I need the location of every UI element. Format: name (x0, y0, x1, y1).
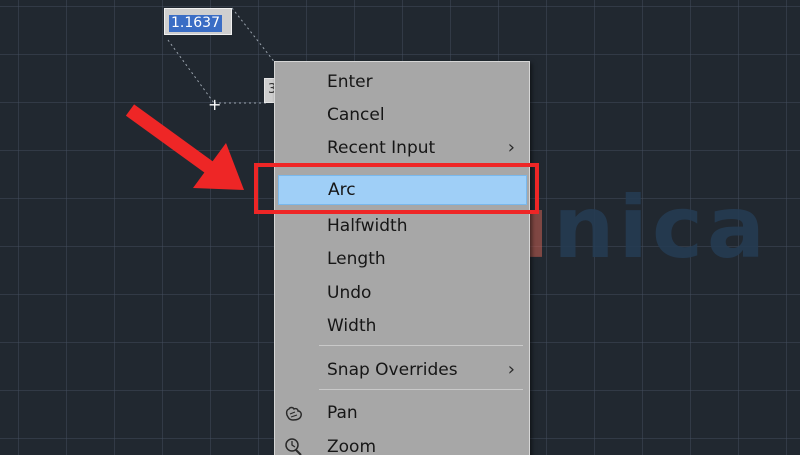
red-arrow-annotation-icon (125, 104, 244, 190)
drawing-canvas[interactable]: 1.1637 3 + unica Enter Cancel Recent Inp… (0, 0, 800, 455)
